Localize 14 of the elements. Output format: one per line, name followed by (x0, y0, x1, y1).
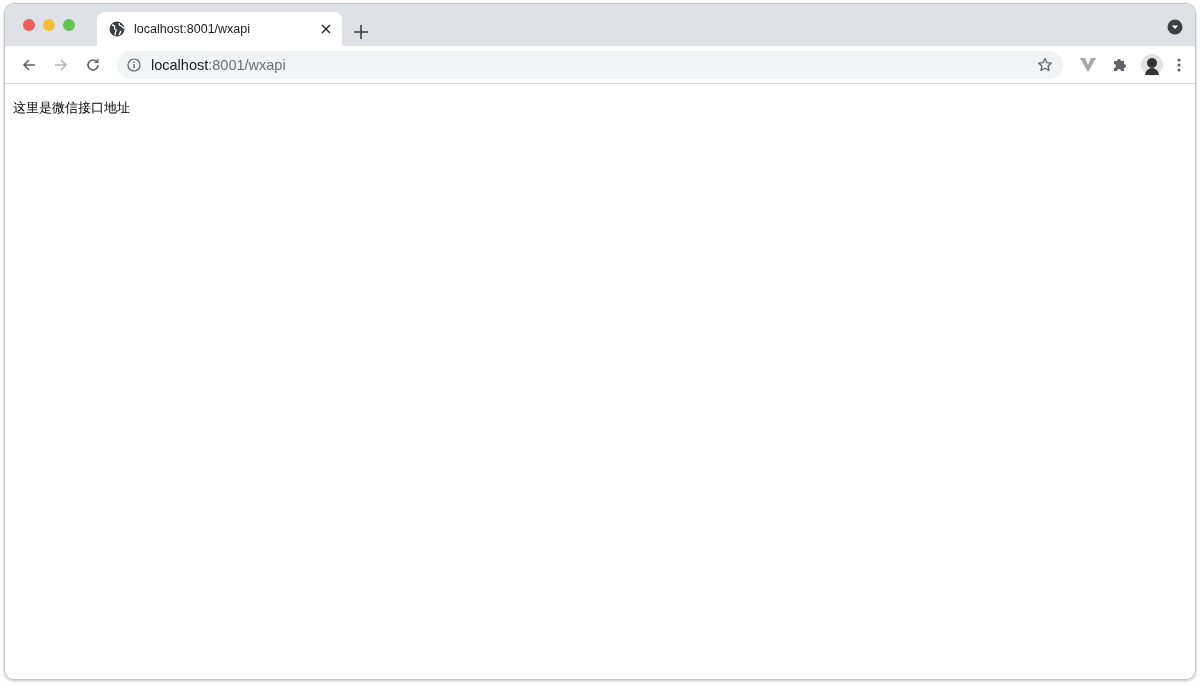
address-bar[interactable]: localhost:8001/wxapi (117, 50, 1063, 79)
browser-tab[interactable]: localhost:8001/wxapi (97, 12, 342, 46)
tab-title: localhost:8001/wxapi (134, 22, 252, 36)
bookmark-star-icon[interactable] (1037, 56, 1053, 73)
extensions-puzzle-icon[interactable] (1111, 56, 1127, 73)
tab-search-icon[interactable] (1167, 19, 1183, 35)
new-tab-icon[interactable] (354, 25, 368, 39)
close-window-button[interactable] (23, 19, 35, 31)
globe-icon (109, 21, 125, 37)
more-menu-icon[interactable] (1177, 57, 1181, 72)
avatar-icon[interactable] (1141, 53, 1163, 76)
info-icon[interactable] (127, 57, 141, 72)
close-tab-icon[interactable] (320, 23, 332, 35)
page-text: 这里是微信接口地址 (13, 100, 130, 115)
